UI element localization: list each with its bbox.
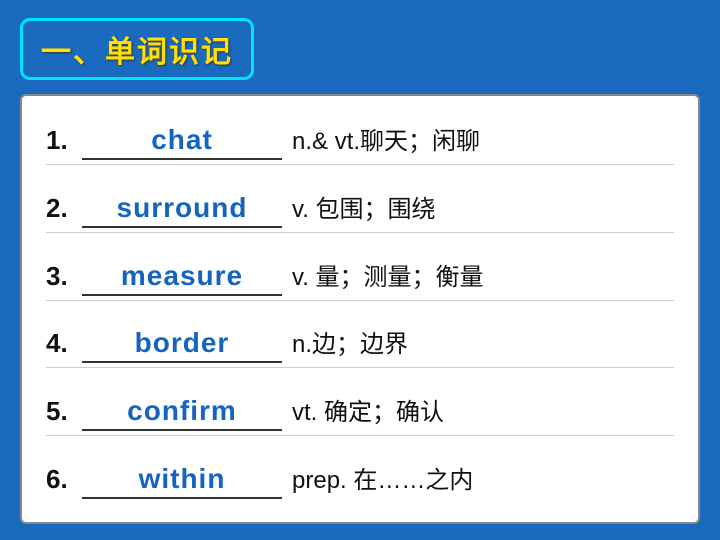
vocab-row: 1.chat n.& vt.聊天；闲聊 bbox=[46, 115, 674, 165]
vocab-row: 6.within prep. 在……之内 bbox=[46, 454, 674, 503]
vocab-card: 1.chat n.& vt.聊天；闲聊 2.surround v. 包围；围绕 3.me… bbox=[20, 94, 700, 524]
vocab-word: confirm bbox=[82, 395, 282, 431]
vocab-number: 1. bbox=[46, 125, 82, 156]
vocab-definition: prep. 在……之内 bbox=[292, 460, 674, 495]
vocab-word: border bbox=[82, 327, 282, 363]
vocab-word: within bbox=[82, 463, 282, 499]
vocab-definition: n.边；边界 bbox=[292, 324, 674, 359]
vocab-number: 3. bbox=[46, 261, 82, 292]
vocab-row: 2.surround v. 包围；围绕 bbox=[46, 183, 674, 233]
vocab-number: 2. bbox=[46, 193, 82, 224]
section-title: 一、单词识记 bbox=[41, 36, 233, 69]
vocab-word: chat bbox=[82, 124, 282, 160]
section-title-box: 一、单词识记 bbox=[20, 18, 254, 80]
vocab-word: measure bbox=[82, 260, 282, 296]
vocab-definition: v. 量；测量；衡量 bbox=[292, 257, 674, 292]
vocab-row: 3.measure v. 量；测量；衡量 bbox=[46, 251, 674, 301]
vocab-definition: v. 包围；围绕 bbox=[292, 189, 674, 224]
vocab-number: 4. bbox=[46, 328, 82, 359]
vocab-definition: vt. 确定；确认 bbox=[292, 392, 674, 427]
vocab-row: 5.confirm vt. 确定；确认 bbox=[46, 386, 674, 436]
vocab-number: 6. bbox=[46, 464, 82, 495]
vocab-number: 5. bbox=[46, 396, 82, 427]
vocab-definition: n.& vt.聊天；闲聊 bbox=[292, 121, 674, 156]
vocab-row: 4.border n.边；边界 bbox=[46, 318, 674, 368]
vocab-word: surround bbox=[82, 192, 282, 228]
